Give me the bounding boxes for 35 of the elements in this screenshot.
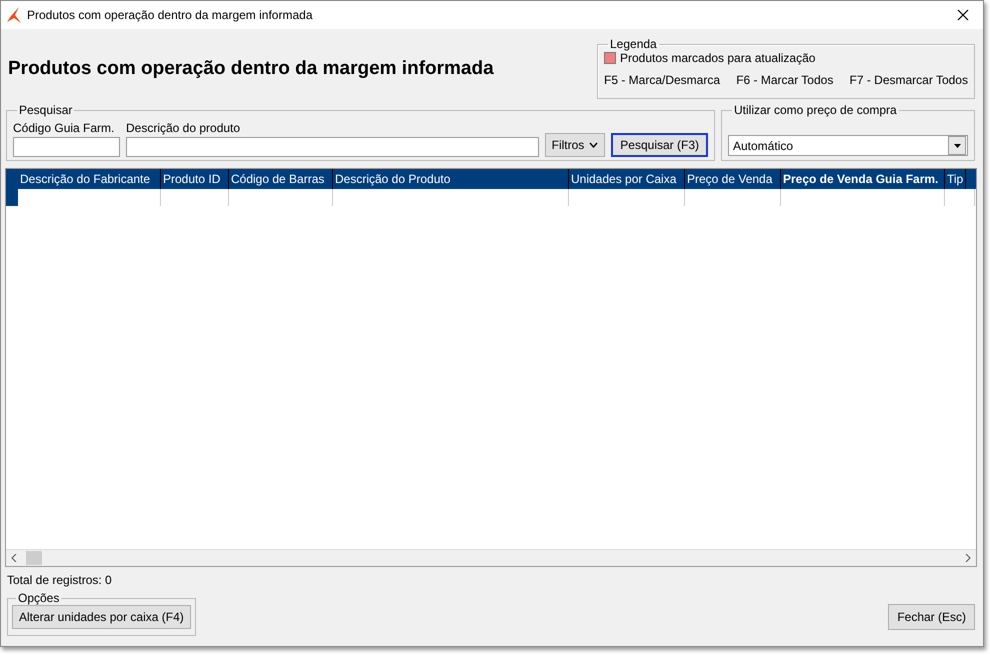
shortcut-hint: F5 - Marca/Desmarca bbox=[604, 73, 720, 87]
scroll-right-icon[interactable] bbox=[965, 554, 971, 562]
column-header[interactable]: Tip bbox=[945, 169, 966, 189]
legend-label: Produtos marcados para atualização bbox=[620, 51, 816, 65]
column-header[interactable]: Unidades por Caixa bbox=[569, 169, 685, 189]
app-logo-icon bbox=[7, 7, 21, 23]
dropdown-arrow-icon bbox=[954, 144, 960, 148]
field-label: Código Guia Farm. bbox=[13, 121, 116, 135]
scroll-left-icon[interactable] bbox=[11, 554, 17, 562]
column-header[interactable]: Produto ID bbox=[161, 169, 229, 189]
shortcut-hint: F6 - Marcar Todos bbox=[736, 73, 834, 87]
change-units-button[interactable]: Alterar unidades por caixa (F4) bbox=[12, 605, 191, 629]
column-header[interactable]: Preço de Venda Guia Farm. bbox=[781, 169, 945, 189]
horizontal-scrollbar[interactable] bbox=[6, 549, 976, 566]
record-count: Total de registros: 0 bbox=[6, 572, 113, 589]
window-title: Produtos com operação dentro da margem informada bbox=[27, 8, 314, 22]
column-header[interactable]: Descrição do Fabricante bbox=[18, 169, 161, 189]
scrollbar-thumb[interactable] bbox=[26, 551, 42, 565]
legend-title: Legenda bbox=[609, 37, 658, 51]
purchase-price-dropdown[interactable]: Automático bbox=[728, 135, 968, 156]
chevron-down-icon bbox=[589, 142, 598, 148]
shortcut-hint: F7 - Desmarcar Todos bbox=[850, 73, 968, 87]
search-button[interactable]: Pesquisar (F3) bbox=[611, 133, 708, 157]
column-header[interactable]: Código de Barras bbox=[229, 169, 333, 189]
page-heading: Produtos com operação dentro da margem informada bbox=[8, 57, 494, 80]
field-label: Descrição do produto bbox=[126, 121, 242, 135]
options-title: Opções bbox=[17, 591, 60, 605]
description-input-field[interactable] bbox=[126, 137, 539, 157]
search-title: Pesquisar bbox=[18, 103, 74, 117]
code-input-field[interactable] bbox=[13, 137, 120, 157]
column-header[interactable]: Preço de Venda bbox=[685, 169, 781, 189]
filters-button[interactable]: Filtros bbox=[544, 133, 606, 157]
close-button[interactable]: Fechar (Esc) bbox=[888, 604, 975, 630]
column-header[interactable]: Descrição do Produto bbox=[333, 169, 569, 189]
purchase-price-title: Utilizar como preço de compra bbox=[733, 103, 898, 117]
